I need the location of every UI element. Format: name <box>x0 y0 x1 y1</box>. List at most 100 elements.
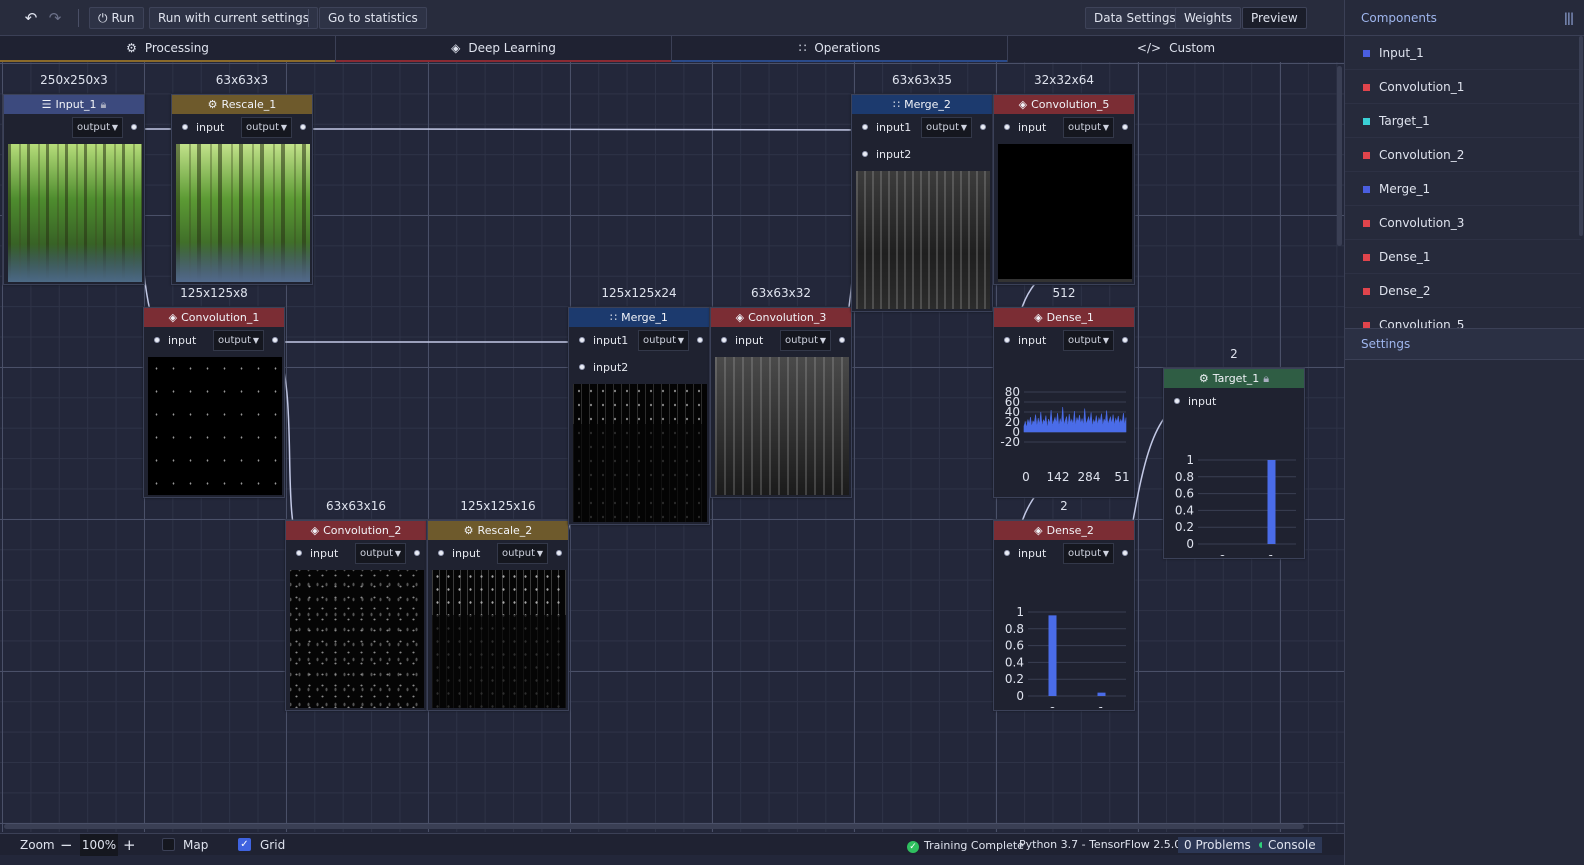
output-select[interactable]: output ▼ <box>1063 543 1114 564</box>
output-select[interactable]: output ▼ <box>1063 330 1114 351</box>
zoom-out-button[interactable]: − <box>60 834 73 856</box>
zoom-in-button[interactable]: + <box>123 834 136 856</box>
component-item-convolution-3[interactable]: Convolution_3 <box>1345 206 1581 240</box>
input-port[interactable] <box>1004 124 1010 130</box>
feature-map-preview <box>856 171 990 309</box>
output-port[interactable] <box>131 124 137 130</box>
problems-button[interactable]: 0 Problems <box>1178 837 1271 853</box>
input-port[interactable] <box>296 550 302 556</box>
node-convolution-2[interactable]: ◈ Convolution_2 input output ▼ <box>285 520 427 711</box>
node-input-1[interactable]: ☰ Input_1 🔒︎ output ▼ <box>3 94 145 285</box>
input2-port-label: input2 <box>876 148 912 161</box>
output-port[interactable] <box>980 124 986 130</box>
output-port[interactable] <box>839 337 845 343</box>
node-title[interactable]: ⚙ Rescale_2 <box>428 521 568 540</box>
node-rescale-2[interactable]: ⚙ Rescale_2 input output ▼ <box>427 520 569 711</box>
check-circle-icon: ✓ <box>907 841 919 853</box>
component-item-input-1[interactable]: Input_1 <box>1345 36 1581 70</box>
run-current-settings-button[interactable]: Run with current settings <box>149 7 319 29</box>
settings-header[interactable]: Settings <box>1345 328 1584 360</box>
output-select[interactable]: output ▼ <box>355 543 406 564</box>
model-canvas[interactable]: 250x250x3 ☰ Input_1 🔒︎ output ▼ 63x63x3 ⚙ Re… <box>0 62 1344 832</box>
output-select[interactable]: output ▼ <box>213 330 264 351</box>
preview-button[interactable]: Preview <box>1242 7 1307 29</box>
canvas-horizontal-scrollbar[interactable] <box>4 824 1304 829</box>
go-to-statistics-button[interactable]: Go to statistics <box>319 7 427 29</box>
canvas-vertical-scrollbar[interactable] <box>1337 66 1342 246</box>
data-settings-button[interactable]: Data Settings <box>1085 7 1185 29</box>
input-port[interactable] <box>1174 398 1180 404</box>
node-convolution-3[interactable]: ◈ Convolution_3 input output ▼ <box>710 307 852 498</box>
component-item-convolution-1[interactable]: Convolution_1 <box>1345 70 1581 104</box>
node-title[interactable]: ◈ Convolution_1 <box>144 308 284 327</box>
node-dense-2[interactable]: ◈Dense_2 input output▼ 1 0.8 0.6 0.4 0.2 0 0 1 <box>993 520 1135 711</box>
input-port[interactable] <box>438 550 444 556</box>
input2-port[interactable] <box>862 151 868 157</box>
x-tick-label: 0 <box>1049 705 1057 708</box>
component-label: Merge_1 <box>1379 182 1431 196</box>
undo-icon[interactable]: ↶ <box>21 7 41 29</box>
input-port[interactable] <box>154 337 160 343</box>
component-item-merge-1[interactable]: Merge_1 <box>1345 172 1581 206</box>
map-checkbox[interactable] <box>162 838 175 851</box>
node-merge-2[interactable]: ∷ Merge_2 input1 output ▼ input2 <box>851 94 993 312</box>
input-port[interactable] <box>1004 550 1010 556</box>
input1-port[interactable] <box>862 124 868 130</box>
component-item-target-1[interactable]: Target_1 <box>1345 104 1581 138</box>
node-title[interactable]: ◈ Dense_2 <box>994 521 1134 540</box>
shape-label: 125x125x16 <box>460 499 536 513</box>
run-button[interactable]: ⏻ Run <box>89 7 144 29</box>
node-title[interactable]: ∷ Merge_1 <box>569 308 709 327</box>
output-port[interactable] <box>272 337 278 343</box>
output-select[interactable]: output ▼ <box>72 117 123 138</box>
output-select[interactable]: output ▼ <box>497 543 548 564</box>
output-port[interactable] <box>1122 550 1128 556</box>
node-title[interactable]: ◈ Convolution_5 <box>994 95 1134 114</box>
console-button[interactable]: Console <box>1262 837 1322 853</box>
tab-operations[interactable]: ∷ Operations <box>672 36 1008 62</box>
output-select[interactable]: output ▼ <box>780 330 831 351</box>
input-port[interactable] <box>182 124 188 130</box>
output-select[interactable]: output ▼ <box>638 330 689 351</box>
node-title[interactable]: ◈ Dense_1 <box>994 308 1134 327</box>
output-port[interactable] <box>1122 337 1128 343</box>
output-port[interactable] <box>697 337 703 343</box>
output-port[interactable] <box>556 550 562 556</box>
components-scrollbar[interactable] <box>1579 36 1583 236</box>
component-item-dense-1[interactable]: Dense_1 <box>1345 240 1581 274</box>
output-select[interactable]: output ▼ <box>241 117 292 138</box>
node-merge-1[interactable]: ∷ Merge_1 input1 output ▼ input2 <box>568 307 710 525</box>
panel-icon[interactable]: ||| <box>1564 0 1574 36</box>
zoom-value-field[interactable]: 100% <box>80 834 118 856</box>
redo-icon[interactable]: ↷ <box>45 7 65 29</box>
input2-port-label: input2 <box>593 361 629 374</box>
output-port[interactable] <box>300 124 306 130</box>
output-port[interactable] <box>414 550 420 556</box>
input-port[interactable] <box>1004 337 1010 343</box>
node-convolution-5[interactable]: ◈ Convolution_5 input output ▼ <box>993 94 1135 285</box>
output-port[interactable] <box>1122 124 1128 130</box>
node-dense-1[interactable]: ◈ Dense_1 input output ▼ 80 60 40 20 0 -20 0 142 2… <box>993 307 1135 498</box>
component-item-convolution-2[interactable]: Convolution_2 <box>1345 138 1581 172</box>
node-title[interactable]: ◈ Convolution_2 <box>286 521 426 540</box>
node-title[interactable]: ∷ Merge_2 <box>852 95 992 114</box>
component-item-dense-2[interactable]: Dense_2 <box>1345 274 1581 308</box>
tab-deep-learning[interactable]: ◈ Deep Learning <box>336 36 672 62</box>
tab-custom[interactable]: </> Custom <box>1008 36 1344 62</box>
weights-button[interactable]: Weights <box>1175 7 1242 29</box>
input2-port[interactable] <box>579 364 585 370</box>
node-rescale-1[interactable]: ⚙ Rescale_1 input output ▼ <box>171 94 313 285</box>
node-convolution-1[interactable]: ◈ Convolution_1 input output ▼ <box>143 307 285 498</box>
node-title[interactable]: ⚙ Rescale_1 <box>172 95 312 114</box>
output-select[interactable]: output ▼ <box>1063 117 1114 138</box>
node-title[interactable]: ⚙ Target_1 🔒︎ <box>1164 369 1304 388</box>
grid-checkbox[interactable]: ✓ <box>238 838 251 851</box>
node-title[interactable]: ◈ Convolution_3 <box>711 308 851 327</box>
input1-port[interactable] <box>579 337 585 343</box>
node-target-1[interactable]: ⚙Target_1🔒︎ input 1 0.8 0.6 0.4 0.2 0 0 1 <box>1163 368 1305 559</box>
node-title[interactable]: ☰ Input_1 🔒︎ <box>4 95 144 114</box>
input-port[interactable] <box>721 337 727 343</box>
component-item-convolution-5[interactable]: Convolution_5 <box>1345 308 1581 328</box>
tab-processing[interactable]: ⚙ Processing <box>0 36 336 62</box>
output-select[interactable]: output ▼ <box>921 117 972 138</box>
